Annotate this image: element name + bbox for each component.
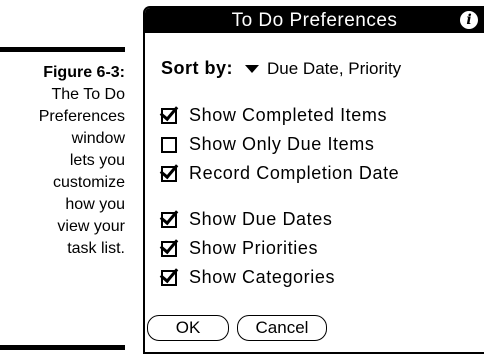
checkbox-icon [161,240,177,257]
show-due-dates-checkbox[interactable]: Show Due Dates [161,209,332,230]
figure-label: Figure 6-3: [43,64,125,81]
show-only-due-items-checkbox[interactable]: Show Only Due Items [161,134,374,155]
show-completed-items-checkbox[interactable]: Show Completed Items [161,105,387,126]
sort-by-value: Due Date, Priority [267,58,402,78]
cancel-button[interactable]: Cancel [237,315,327,341]
option-label: Show Due Dates [189,209,333,229]
show-categories-checkbox[interactable]: Show Categories [161,267,335,288]
checkbox-icon [161,211,177,228]
dropdown-arrow-icon [245,64,260,73]
todo-preferences-dialog: To Do Preferences i Sort by: Due Date, P… [143,6,484,354]
figure-caption: Figure 6-3: The To Do Preferences window… [0,62,125,260]
sort-row: Sort by: Due Date, Priority [161,58,401,79]
caption-top-rule [0,47,125,52]
checkbox-icon [161,165,177,182]
caption-bottom-rule [0,345,125,350]
dialog-titlebar: To Do Preferences i [145,8,484,33]
figure-caption-text: The To Do Preferences window lets you cu… [38,86,125,257]
option-label: Show Completed Items [189,105,388,125]
sort-by-dropdown[interactable]: Due Date, Priority [245,59,401,79]
option-label: Show Only Due Items [189,134,375,154]
ok-button[interactable]: OK [147,315,229,341]
option-label: Show Priorities [189,238,319,258]
option-label: Show Categories [189,267,336,287]
checkbox-icon [161,136,177,153]
info-icon[interactable]: i [460,11,478,29]
checkbox-icon [161,107,177,124]
checkbox-icon [161,269,177,286]
option-label: Record Completion Date [189,163,400,183]
show-priorities-checkbox[interactable]: Show Priorities [161,238,318,259]
record-completion-date-checkbox[interactable]: Record Completion Date [161,163,399,184]
dialog-title: To Do Preferences [231,9,398,31]
sort-by-label: Sort by: [161,58,234,78]
